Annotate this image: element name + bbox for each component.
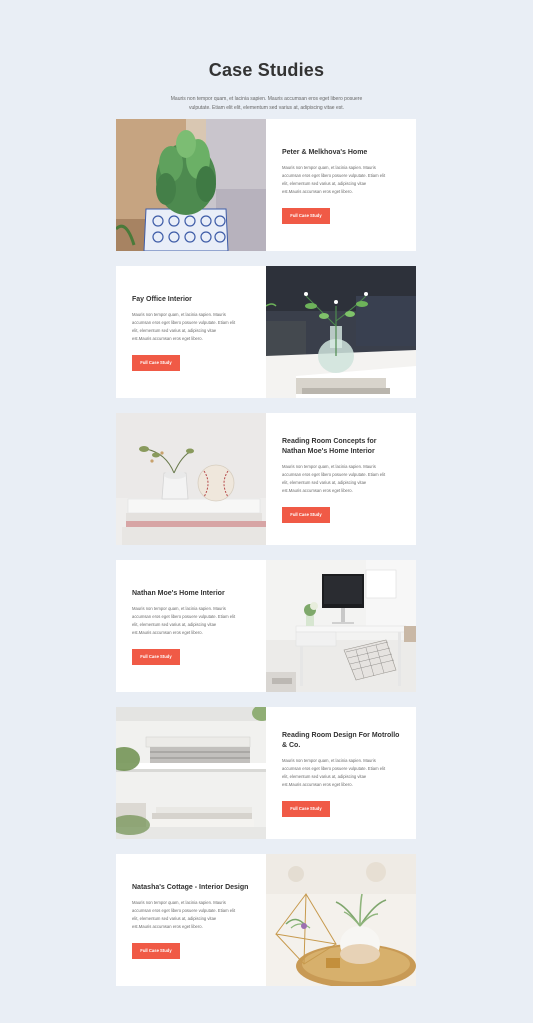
desc-line: accumsan eros eget libero posuere vulput… xyxy=(282,173,386,178)
card-description: Mauris non tempor quam, et lacinia sapie… xyxy=(132,311,250,343)
desc-line: Mauris non tempor quam, et lacinia sapie… xyxy=(282,758,376,763)
card-title: Nathan Moe's Home Interior xyxy=(132,590,225,597)
intro-text: Mauris non tempor quam, et lacinia sapie… xyxy=(152,95,382,113)
desc-line: est.Mauris accumsan eros eget libero. xyxy=(282,189,353,194)
case-study-card: Reading Room Concepts for Nathan Moe's H… xyxy=(116,413,416,545)
card-text: Fay Office Interior Mauris non tempor qu… xyxy=(116,266,266,398)
potted-cactus-image[interactable] xyxy=(116,119,266,251)
desc-line: elit, elementum sed varius at, adipiscin… xyxy=(282,774,367,779)
page-title: Case Studies xyxy=(208,60,325,80)
intro-line: vulputate. Etiam elit elit, elementum se… xyxy=(188,105,345,111)
desc-line: est.Mauris accumsan eros eget libero. xyxy=(282,488,353,493)
desc-line: elit, elementum sed varius at, adipiscin… xyxy=(132,622,217,627)
card-description: Mauris non tempor quam, et lacinia sapie… xyxy=(132,899,250,931)
card-description: Mauris non tempor quam, et lacinia sapie… xyxy=(282,757,400,789)
case-study-list: Peter & Melkhova's Home Mauris non tempo… xyxy=(116,119,416,1001)
desc-line: est.Mauris accumsan eros eget libero. xyxy=(132,336,203,341)
desc-line: accumsan eros eget libero posuere vulput… xyxy=(132,908,236,913)
desc-line: accumsan eros eget libero posuere vulput… xyxy=(282,766,386,771)
desc-line: elit, elementum sed varius at, adipiscin… xyxy=(282,480,367,485)
full-case-study-button[interactable]: Full Case Study xyxy=(282,801,330,817)
card-description: Mauris non tempor quam, et lacinia sapie… xyxy=(132,605,250,637)
full-case-study-button[interactable]: Full Case Study xyxy=(132,355,180,371)
full-case-study-button[interactable]: Full Case Study xyxy=(282,507,330,523)
desc-line: elit, elementum sed varius at, adipiscin… xyxy=(132,916,217,921)
card-title: Reading Room Concepts for Nathan Moe's H… xyxy=(282,438,377,455)
white-desk-monitor-image[interactable] xyxy=(266,560,416,692)
card-text: Nathan Moe's Home Interior Mauris non te… xyxy=(116,560,266,692)
full-case-study-button[interactable]: Full Case Study xyxy=(132,649,180,665)
full-case-study-button[interactable]: Full Case Study xyxy=(132,943,180,959)
desc-line: Mauris non tempor quam, et lacinia sapie… xyxy=(132,900,226,905)
air-plants-tray-image[interactable] xyxy=(266,854,416,986)
card-title: Reading Room Design For Motrollo & Co. xyxy=(282,732,400,749)
card-title: Fay Office Interior xyxy=(132,296,192,303)
desc-line: est.Mauris accumsan eros eget libero. xyxy=(132,630,203,635)
card-description: Mauris non tempor quam, et lacinia sapie… xyxy=(282,164,400,196)
bookshelf-image[interactable] xyxy=(116,707,266,839)
desc-line: accumsan eros eget libero posuere vulput… xyxy=(132,320,236,325)
intro-line: Mauris non tempor quam, et lacinia sapie… xyxy=(170,96,363,102)
case-study-card: Peter & Melkhova's Home Mauris non tempo… xyxy=(116,119,416,251)
case-study-card: Reading Room Design For Motrollo & Co. M… xyxy=(116,707,416,839)
card-text: Reading Room Concepts for Nathan Moe's H… xyxy=(266,413,416,545)
desc-line: Mauris non tempor quam, et lacinia sapie… xyxy=(282,165,376,170)
desc-line: elit, elementum sed varius at, adipiscin… xyxy=(132,328,217,333)
card-text: Reading Room Design For Motrollo & Co. M… xyxy=(266,707,416,839)
desc-line: Mauris non tempor quam, et lacinia sapie… xyxy=(132,606,226,611)
full-case-study-button[interactable]: Full Case Study xyxy=(282,208,330,224)
books-baseball-image[interactable] xyxy=(116,413,266,545)
case-study-card: Natasha's Cottage - Interior Design Maur… xyxy=(116,854,416,986)
desc-line: Mauris non tempor quam, et lacinia sapie… xyxy=(132,312,226,317)
desc-line: est.Mauris accumsan eros eget libero. xyxy=(132,924,203,929)
card-title: Peter & Melkhova's Home xyxy=(282,149,368,156)
desc-line: elit, elementum sed varius at, adipiscin… xyxy=(282,181,367,186)
case-study-card: Fay Office Interior Mauris non tempor qu… xyxy=(116,266,416,398)
case-study-card: Nathan Moe's Home Interior Mauris non te… xyxy=(116,560,416,692)
desc-line: accumsan eros eget libero posuere vulput… xyxy=(282,472,386,477)
desc-line: Mauris non tempor quam, et lacinia sapie… xyxy=(282,464,376,469)
card-title: Natasha's Cottage - Interior Design xyxy=(132,884,249,891)
card-text: Natasha's Cottage - Interior Design Maur… xyxy=(116,854,266,986)
card-text: Peter & Melkhova's Home Mauris non tempo… xyxy=(266,119,416,251)
header: Case Studies Mauris non tempor quam, et … xyxy=(0,0,533,113)
card-description: Mauris non tempor quam, et lacinia sapie… xyxy=(282,463,400,495)
desc-line: est.Mauris accumsan eros eget libero. xyxy=(282,782,353,787)
glass-vase-flowers-image[interactable] xyxy=(266,266,416,398)
desc-line: accumsan eros eget libero posuere vulput… xyxy=(132,614,236,619)
